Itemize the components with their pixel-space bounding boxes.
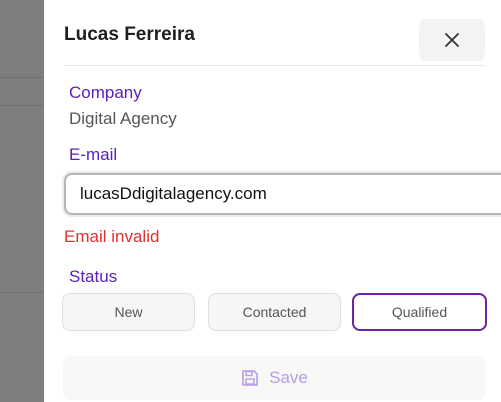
header-divider — [64, 65, 485, 66]
close-button[interactable] — [419, 19, 485, 61]
status-label: Status — [69, 267, 118, 286]
backdrop-divider — [0, 105, 44, 106]
backdrop-divider — [0, 292, 44, 293]
email-field[interactable] — [64, 173, 501, 215]
save-label: Save — [269, 368, 308, 387]
backdrop-divider — [0, 77, 44, 78]
drawer-title: Lucas Ferreira — [64, 24, 195, 45]
status-option-contacted[interactable]: Contacted — [208, 293, 341, 331]
company-value: Digital Agency — [69, 109, 177, 128]
email-label: E-mail — [69, 145, 118, 164]
email-error: Email invalid — [64, 227, 160, 246]
status-option-new[interactable]: New — [62, 293, 195, 331]
modal-backdrop[interactable] — [0, 0, 44, 402]
lead-drawer: Lucas Ferreira Company Digital Agency E-… — [44, 0, 501, 402]
close-icon — [445, 33, 459, 47]
company-label: Company — [69, 83, 142, 102]
floppy-disk-icon — [242, 370, 258, 386]
save-button[interactable]: Save — [63, 356, 486, 400]
status-option-qualified[interactable]: Qualified — [352, 293, 487, 331]
